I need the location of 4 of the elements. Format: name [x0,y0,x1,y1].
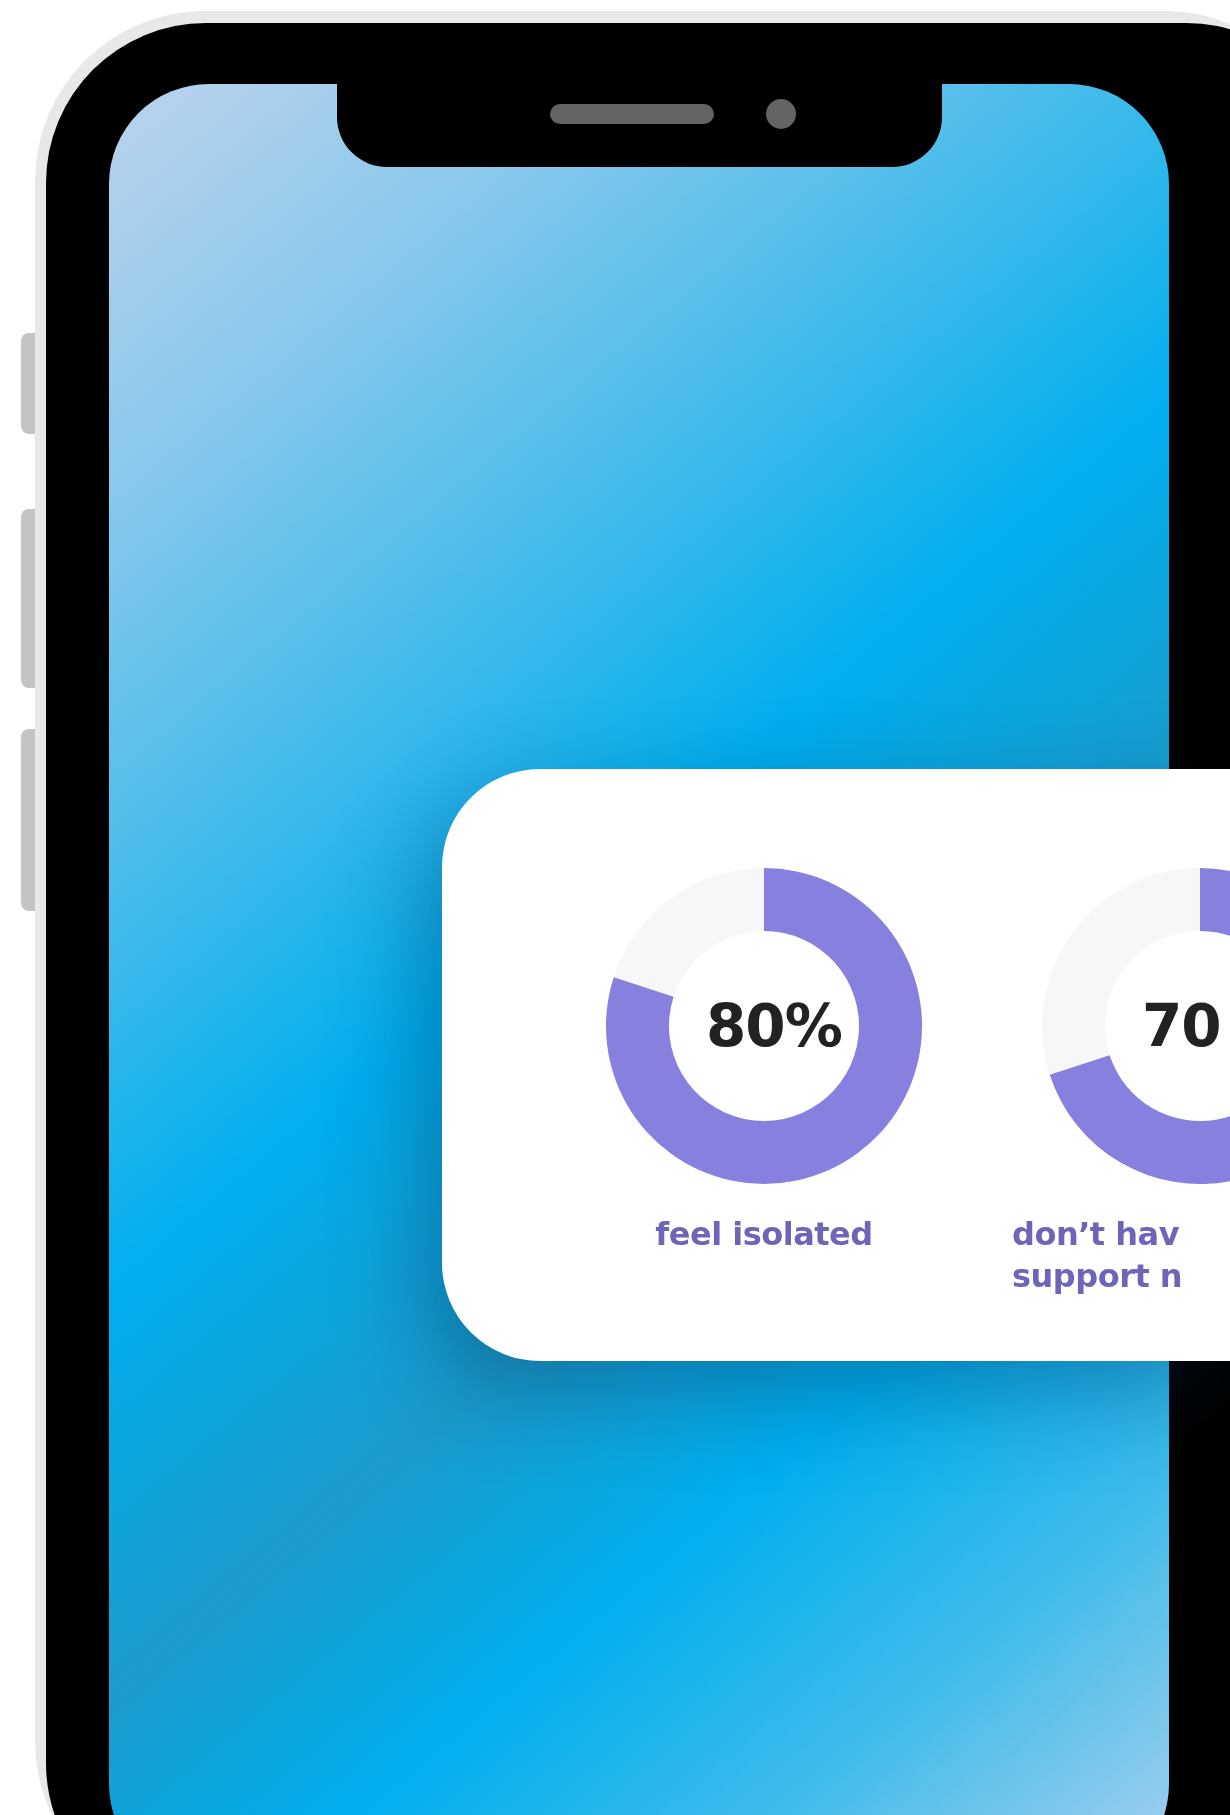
stat-label: feel isolated [654,1214,874,1255]
stat-label: don’t hav support n [1012,1214,1184,1297]
percent-value: 80% [706,997,842,1055]
percent-value: 70 [1142,997,1221,1055]
